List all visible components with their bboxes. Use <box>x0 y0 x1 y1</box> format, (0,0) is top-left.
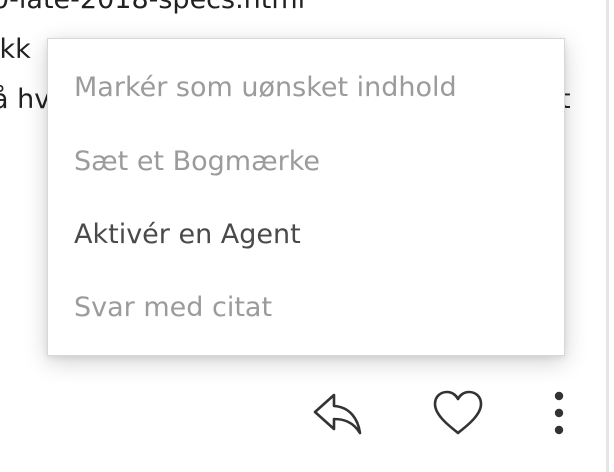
menu-item-quote-reply[interactable]: Svar med citat <box>74 278 554 338</box>
menu-item-bookmark[interactable]: Sæt et Bogmærke <box>74 132 554 192</box>
like-button[interactable] <box>428 380 488 450</box>
post-viewport: 0-late-2018-specs.html ikk å hv t Markér… <box>0 0 614 472</box>
right-edge-divider <box>606 0 609 472</box>
post-text-line: ikk <box>0 34 31 65</box>
menu-item-activate-agent[interactable]: Aktivér en Agent <box>74 205 554 265</box>
post-context-menu: Markér som uønsket indhold Sæt et Bogmær… <box>47 38 565 356</box>
reply-button[interactable] <box>308 380 368 450</box>
post-text-line: 0-late-2018-specs.html <box>0 0 305 15</box>
post-actions <box>300 380 600 450</box>
more-vertical-icon <box>553 390 565 440</box>
more-options-button[interactable] <box>534 380 584 450</box>
post-text-line: å hv <box>0 84 51 115</box>
heart-icon <box>431 389 485 441</box>
menu-item-flag-content[interactable]: Markér som uønsket indhold <box>74 58 554 118</box>
reply-icon <box>312 389 364 441</box>
